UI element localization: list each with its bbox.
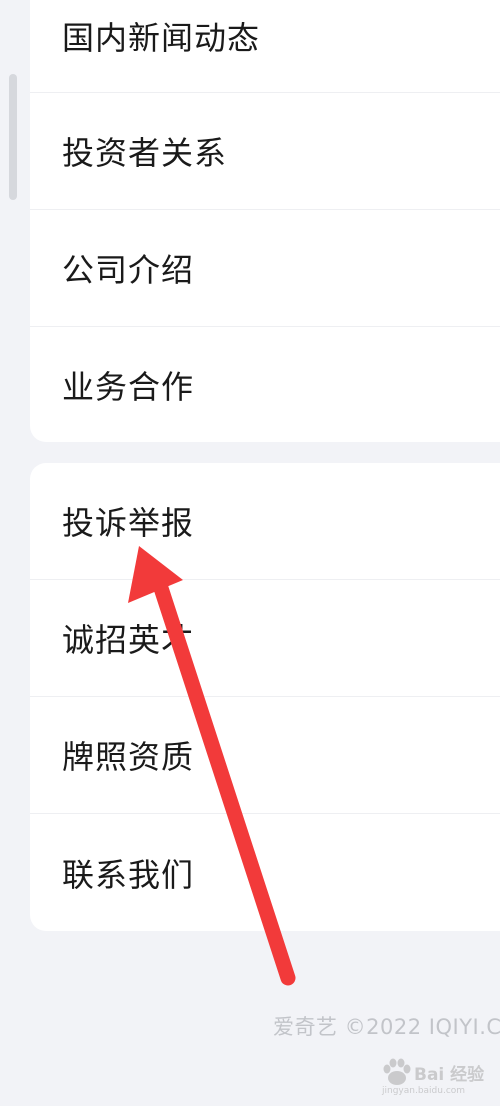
watermark: Bai 经验 jingyan.baidu.com [378, 1056, 498, 1104]
footer-copyright: 爱奇艺 ©2022 IQIYI.C [273, 1015, 500, 1039]
menu-item-licenses[interactable]: 牌照资质 [30, 697, 500, 813]
menu-item-contact-us[interactable]: 联系我们 [30, 814, 500, 931]
menu-item-company-intro[interactable]: 公司介绍 [30, 210, 500, 326]
menu-item-investor-relations[interactable]: 投资者关系 [30, 93, 500, 209]
menu-item-label: 投诉举报 [62, 504, 195, 542]
watermark-sub: jingyan.baidu.com [382, 1086, 466, 1096]
menu-item-complaint-report[interactable]: 投诉举报 [30, 463, 500, 579]
menu-item-label: 国内新闻动态 [62, 19, 261, 57]
menu-item-label: 诚招英才 [62, 621, 195, 659]
menu-item-label: 公司介绍 [62, 251, 195, 289]
menu-card-service: 投诉举报 诚招英才 牌照资质 联系我们 [30, 463, 500, 931]
scrollbar[interactable] [9, 74, 17, 200]
paw-icon [383, 1058, 411, 1085]
menu-item-business-cooperation[interactable]: 业务合作 [30, 327, 500, 443]
menu-item-careers[interactable]: 诚招英才 [30, 580, 500, 696]
menu-item-domestic-news[interactable]: 国内新闻动态 [30, 0, 500, 92]
menu-item-label: 业务合作 [62, 368, 195, 406]
menu-item-label: 联系我们 [62, 855, 195, 894]
menu-item-label: 投资者关系 [62, 134, 228, 172]
menu-card-about: 国内新闻动态 投资者关系 公司介绍 业务合作 [30, 0, 500, 442]
watermark-text: Bai 经验 [414, 1065, 485, 1085]
menu-item-label: 牌照资质 [62, 738, 195, 776]
